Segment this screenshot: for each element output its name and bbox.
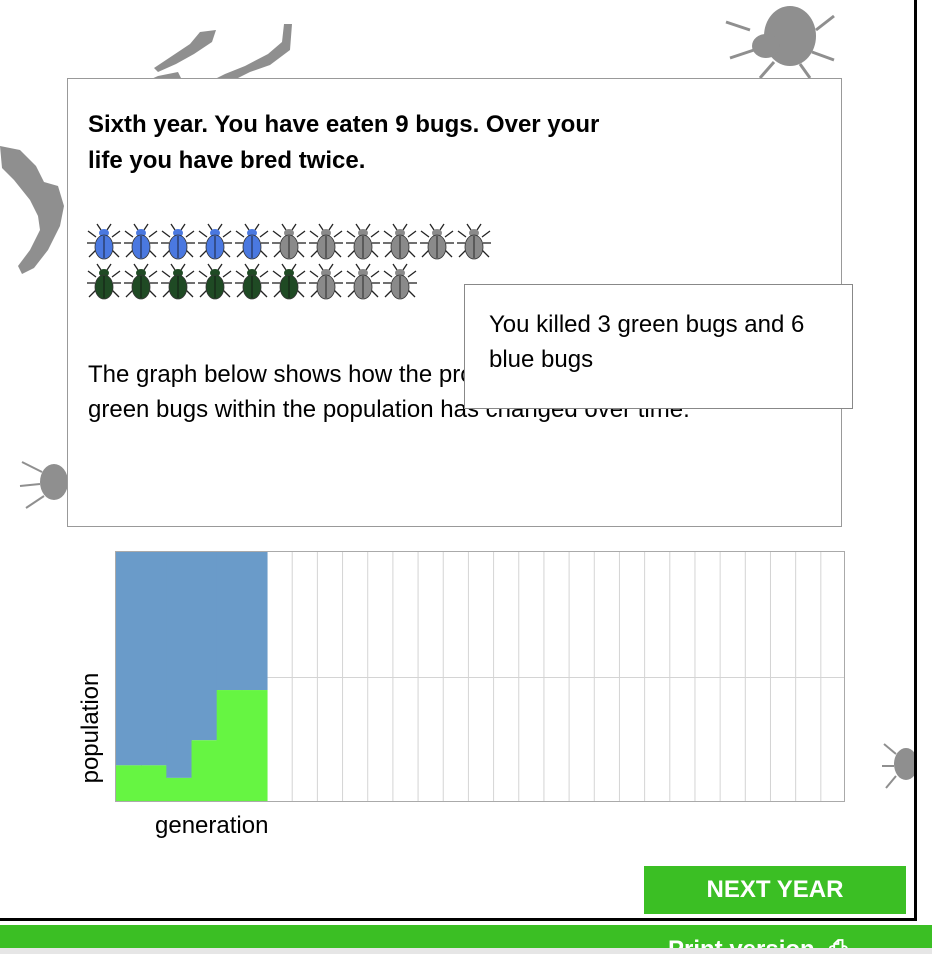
blue-bug-remaining-icon <box>346 223 380 260</box>
blue-bug-eaten-icon <box>235 223 269 260</box>
window-bottom-strip <box>0 948 932 954</box>
page-frame-right <box>914 0 917 921</box>
blue-population-bar <box>241 552 268 691</box>
blue-bug-tally <box>86 223 492 263</box>
blue-bug-eaten-icon <box>161 223 195 260</box>
blue-bug-eaten-icon <box>198 223 232 260</box>
green-bug-eaten-icon <box>124 263 158 300</box>
green-bug-remaining-icon <box>383 263 417 300</box>
green-bug-remaining-icon <box>309 263 343 300</box>
green-population-bar <box>141 765 167 801</box>
green-bug-eaten-icon <box>87 263 121 300</box>
green-bug-remaining-icon <box>346 263 380 300</box>
background-bug-right-edge-icon <box>882 743 914 789</box>
background-bug-top-right-icon <box>725 6 835 79</box>
page-frame-bottom <box>0 918 917 921</box>
blue-population-bar <box>191 552 218 741</box>
green-bug-tally <box>86 263 418 303</box>
year-summary-heading: Sixth year. You have eaten 9 bugs. Over … <box>88 111 600 174</box>
green-bug-eaten-icon <box>198 263 232 300</box>
x-axis-label: generation <box>155 812 269 839</box>
kill-summary-text: You killed 3 green bugs and 6 blue bugs <box>489 311 805 373</box>
blue-bug-remaining-icon <box>420 223 454 260</box>
blue-bug-remaining-icon <box>383 223 417 260</box>
y-axis-label: population <box>77 672 104 784</box>
blue-population-bar <box>216 552 243 691</box>
blue-population-bar <box>166 552 193 778</box>
next-year-button[interactable]: NEXT YEAR <box>644 866 906 914</box>
background-bug-mid-left-icon <box>19 461 68 509</box>
blue-population-bar <box>116 552 142 766</box>
kill-summary-tooltip: You killed 3 green bugs and 6 blue bugs <box>464 284 853 409</box>
green-bug-eaten-icon <box>272 263 306 300</box>
population-chart <box>115 551 845 802</box>
blue-bug-remaining-icon <box>272 223 306 260</box>
green-bug-eaten-icon <box>235 263 269 300</box>
green-population-bar <box>116 765 142 801</box>
green-population-bar <box>166 777 193 801</box>
green-bug-eaten-icon <box>161 263 195 300</box>
green-population-bar <box>241 690 268 801</box>
green-population-bar <box>191 740 218 801</box>
blue-bug-remaining-icon <box>457 223 491 260</box>
blue-bug-eaten-icon <box>124 223 158 260</box>
blue-bug-eaten-icon <box>87 223 121 260</box>
blue-population-bar <box>141 552 167 766</box>
green-population-bar <box>216 690 243 801</box>
blue-bug-remaining-icon <box>309 223 343 260</box>
population-chart-svg <box>116 552 844 801</box>
